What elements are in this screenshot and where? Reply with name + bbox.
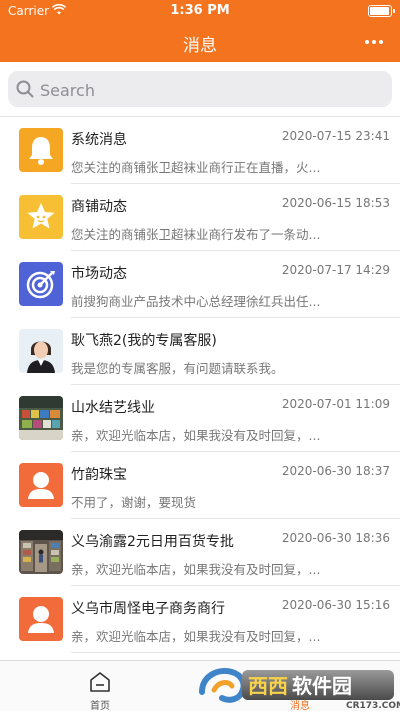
conversation-preview: 亲，欢迎光临本店，如果我没有及时回复，... <box>71 629 321 644</box>
clock: 1:36 PM <box>170 3 230 18</box>
conversation-name: 商铺动态 <box>71 199 127 215</box>
conversation-time: 2020-06-15 18:53 <box>281 196 390 210</box>
search-bar <box>0 62 400 117</box>
conversation-name: 义乌渝露2元日用百货专批 <box>71 534 234 550</box>
user-icon <box>19 463 63 507</box>
svg-text:西西: 西西 <box>248 674 288 698</box>
shop-photo <box>19 396 63 440</box>
divider <box>71 652 400 653</box>
conversation-list: 系统消息 2020-07-15 23:41 您关注的商铺张卫超袜业商行正在直播，… <box>0 117 400 660</box>
conversation-preview: 前搜狗商业产品技术中心总经理徐红兵出任... <box>71 294 321 309</box>
battery-icon <box>368 5 395 17</box>
bell-icon <box>19 128 63 172</box>
conversation-preview: 亲，欢迎光临本店，如果我没有及时回复，... <box>71 428 321 443</box>
search-icon <box>16 80 34 98</box>
status-bar: Carrier 1:36 PM <box>0 0 400 22</box>
conversation-row[interactable]: 耿飞燕2(我的专属客服) 我是您的专属客服，有问题请联系我。 <box>0 318 400 385</box>
conversation-name: 耿飞燕2(我的专属客服) <box>71 333 217 349</box>
conversation-row[interactable]: 系统消息 2020-07-15 23:41 您关注的商铺张卫超袜业商行正在直播，… <box>0 117 400 184</box>
conversation-time: 2020-06-30 15:16 <box>281 598 390 612</box>
agent-avatar <box>19 329 63 373</box>
conversation-preview: 不用了，谢谢，要现货 <box>71 495 197 510</box>
conversation-row[interactable]: 义乌渝露2元日用百货专批 2020-06-30 18:36 亲，欢迎光临本店，如… <box>0 519 400 586</box>
conversation-time: 2020-06-30 18:36 <box>281 531 390 545</box>
conversation-preview: 亲，欢迎光临本店，如果我没有及时回复，... <box>71 562 321 577</box>
page-title: 消息 <box>183 36 217 56</box>
more-icon[interactable] <box>360 28 388 56</box>
conversation-row[interactable]: 市场动态 2020-07-17 14:29 前搜狗商业产品技术中心总经理徐红兵出… <box>0 251 400 318</box>
svg-text:CR173.COM: CR173.COM <box>346 701 400 710</box>
conversation-time: 2020-07-01 11:09 <box>281 397 390 411</box>
star-icon <box>19 195 63 239</box>
conversation-row[interactable]: 义乌市周怪电子商务商行 2020-06-30 15:16 亲，欢迎光临本店，如果… <box>0 586 400 653</box>
conversation-name: 山水结艺线业 <box>71 400 155 416</box>
conversation-time: 2020-07-15 23:41 <box>281 129 390 143</box>
user-icon <box>19 597 63 641</box>
conversation-name: 义乌市周怪电子商务商行 <box>71 601 225 617</box>
conversation-name: 系统消息 <box>71 132 127 148</box>
shop-photo <box>19 530 63 574</box>
conversation-row[interactable]: 山水结艺线业 2020-07-01 11:09 亲，欢迎光临本店，如果我没有及时… <box>0 385 400 452</box>
conversation-time: 2020-07-17 14:29 <box>281 263 390 277</box>
conversation-time: 2020-06-30 18:37 <box>281 464 390 478</box>
conversation-name: 竹韵珠宝 <box>71 467 127 483</box>
svg-text:软件园: 软件园 <box>292 674 352 698</box>
conversation-row[interactable]: 竹韵珠宝 2020-06-30 18:37 不用了，谢谢，要现货 <box>0 452 400 519</box>
tab-home[interactable]: 首页 <box>0 661 200 712</box>
target-icon <box>19 262 63 306</box>
nav-bar: 消息 <box>0 22 400 62</box>
search-box[interactable] <box>8 71 392 109</box>
conversation-preview: 您关注的商铺张卫超袜业商行发布了一条动... <box>71 227 321 242</box>
watermark-logo: 西西 软件园 CR173.COM <box>196 662 400 711</box>
search-input[interactable] <box>38 71 382 109</box>
conversation-preview: 我是您的专属客服，有问题请联系我。 <box>71 361 284 376</box>
conversation-row[interactable]: 商铺动态 2020-06-15 18:53 您关注的商铺张卫超袜业商行发布了一条… <box>0 184 400 251</box>
home-icon <box>90 672 110 692</box>
conversation-name: 市场动态 <box>71 266 127 282</box>
conversation-preview: 您关注的商铺张卫超袜业商行正在直播，火... <box>71 160 321 175</box>
